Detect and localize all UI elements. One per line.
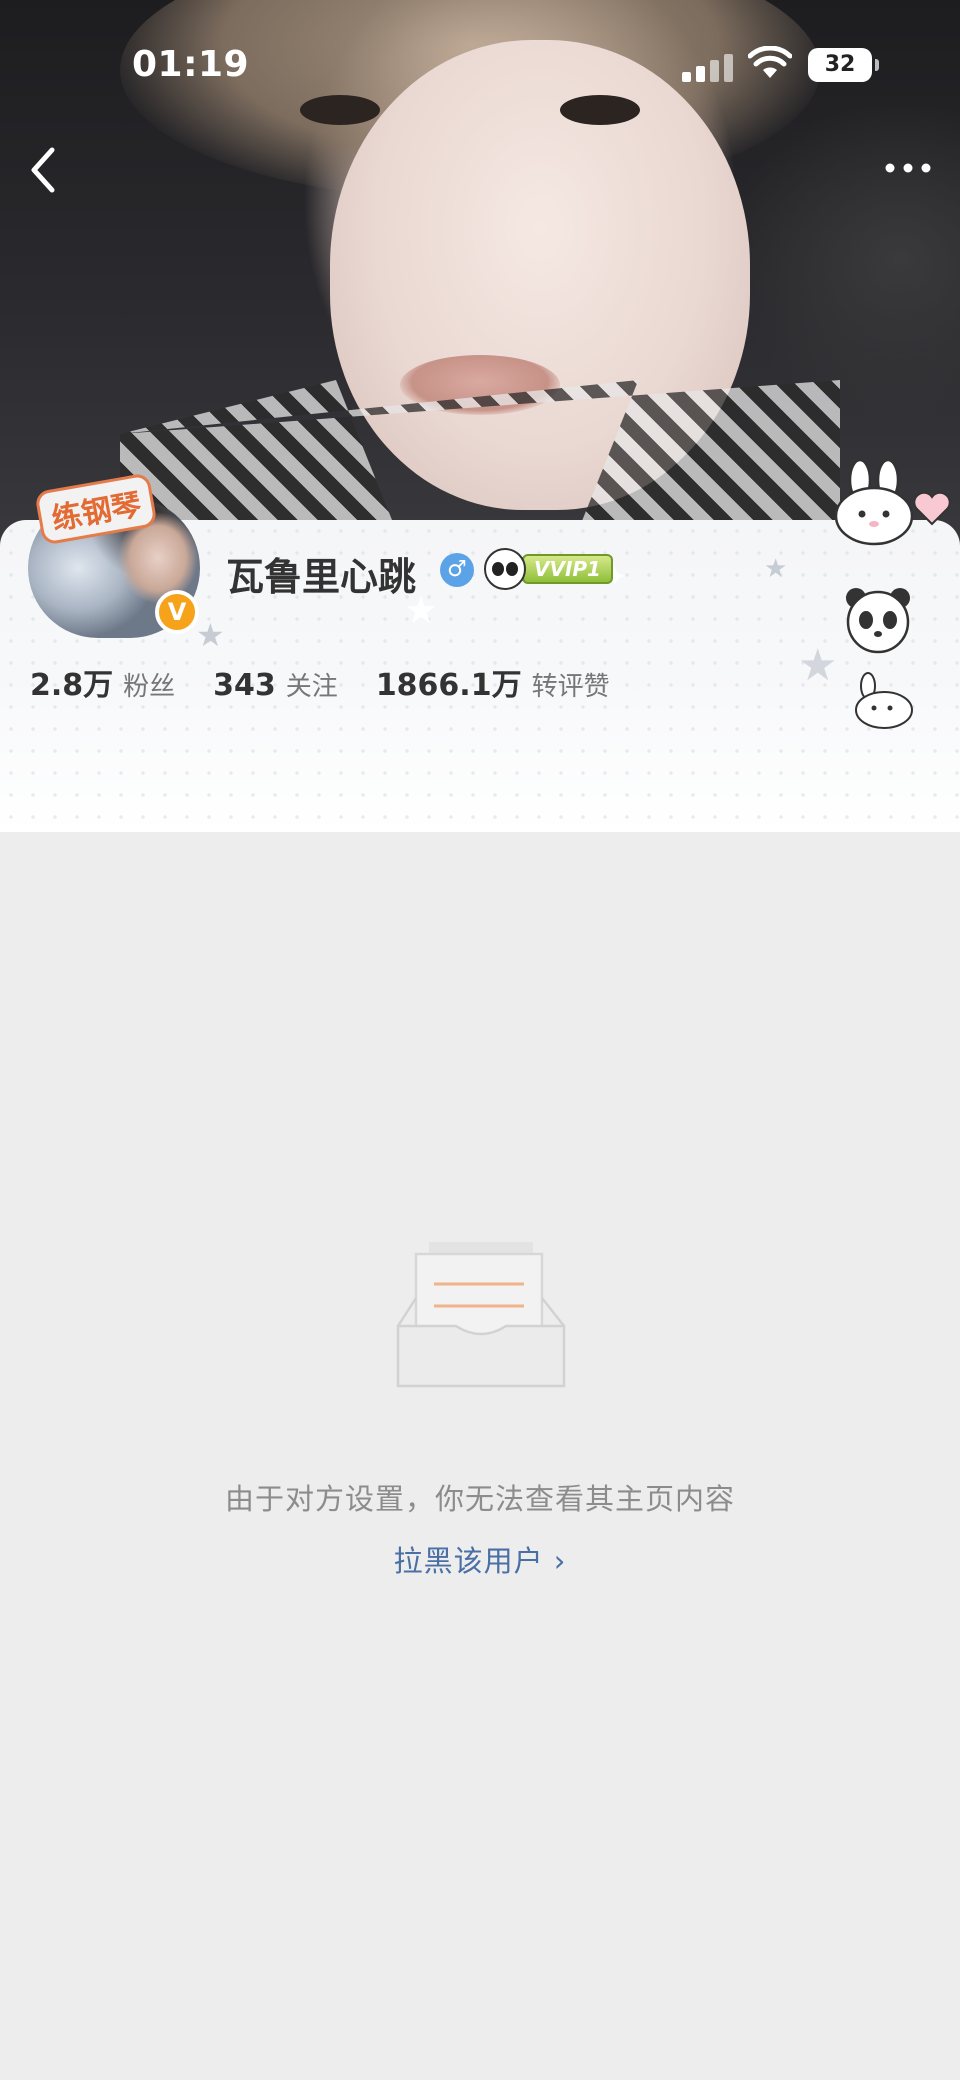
wifi-icon xyxy=(748,46,792,78)
stat-value: 1866.1万 xyxy=(375,668,522,703)
stat-label: 粉丝 xyxy=(123,672,176,702)
panda-icon xyxy=(484,548,526,590)
status-time: 01:19 xyxy=(132,44,250,85)
vip-label: VVIP1 xyxy=(522,554,613,584)
star-decoration-icon: ★ xyxy=(798,640,838,691)
stat-interactions: 1866.1万 转评赞 xyxy=(376,660,610,704)
verified-badge: V xyxy=(155,590,199,634)
heart-sticker-icon xyxy=(913,491,951,526)
cellular-signal-icon xyxy=(682,52,736,82)
bunny-sticker-icon xyxy=(834,458,914,546)
panda-sticker-icon xyxy=(846,588,910,654)
stat-following[interactable]: 343 关注 xyxy=(213,666,338,703)
status-bar: 01:19 32 xyxy=(0,0,960,120)
stat-label: 转评赞 xyxy=(531,672,610,702)
profile-name: 瓦鲁里心跳 xyxy=(226,555,417,599)
vip-badge[interactable]: VVIP1 xyxy=(484,548,613,590)
bunny-lying-sticker-icon xyxy=(855,672,913,729)
profile-stats: 2.8万 粉丝 343 关注 1866.1万 转评赞 xyxy=(30,660,648,704)
stat-value: 2.8万 xyxy=(30,668,114,703)
chevron-left-icon[interactable] xyxy=(24,140,64,200)
battery-indicator: 32 xyxy=(808,48,879,82)
stat-label: 关注 xyxy=(285,672,338,702)
stat-followers[interactable]: 2.8万 粉丝 xyxy=(30,660,175,704)
stat-value: 343 xyxy=(213,668,276,703)
block-user-link[interactable]: 拉黑该用户 › xyxy=(0,1538,960,1580)
more-horizontal-icon[interactable] xyxy=(880,148,936,188)
gender-male-icon: ♂ xyxy=(440,553,474,587)
empty-inbox-icon xyxy=(396,1242,566,1388)
empty-message: 由于对方设置，你无法查看其主页内容 xyxy=(224,1482,735,1516)
star-decoration-icon: ★ xyxy=(764,554,788,584)
star-decoration-icon: ★ xyxy=(196,616,225,654)
